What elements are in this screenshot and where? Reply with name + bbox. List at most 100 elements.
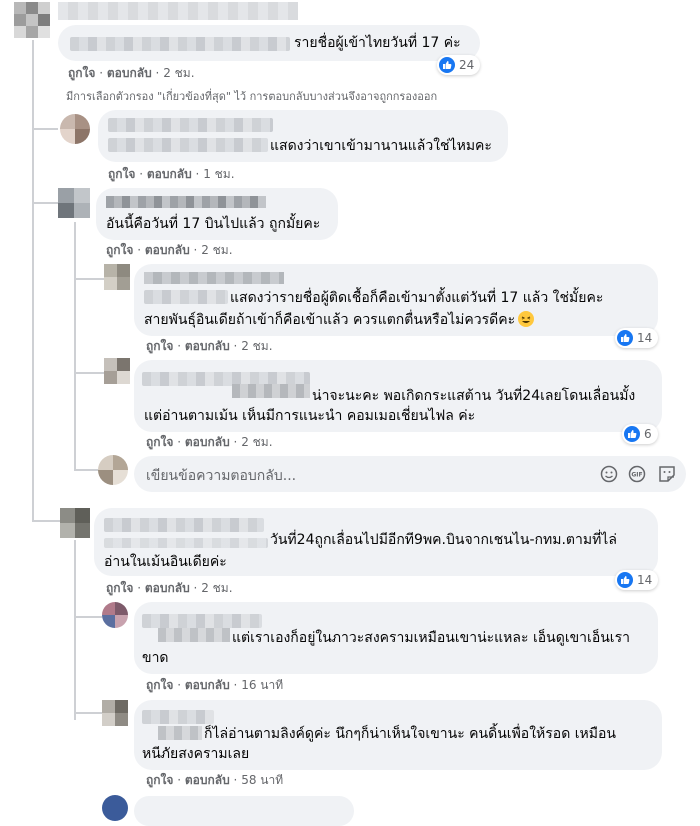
comment-text-line2: อ่านในเม้นอินเดียค่ะ — [104, 554, 227, 570]
redacted-name — [104, 538, 268, 548]
comment-actions: ถูกใจ · ตอบกลับ · 2 ชม. — [68, 66, 195, 80]
thread-connector — [32, 202, 58, 204]
comment-text-line2: สายพันธุ์อินเดียถ้าเข้าก็คือเข้าแล้ว ควร… — [144, 310, 535, 330]
redacted-name — [58, 2, 298, 20]
reaction-count[interactable]: 24 — [437, 55, 481, 75]
filter-note: มีการเลือกตัวกรอง "เกี่ยวข้องที่สุด" ไว้… — [66, 90, 438, 103]
reaction-number: 24 — [459, 58, 475, 72]
reply-link[interactable]: ตอบกลับ — [145, 581, 190, 595]
redacted-name — [158, 628, 230, 642]
avatar[interactable] — [104, 264, 130, 290]
thread-connector — [32, 128, 58, 130]
redacted-name — [232, 384, 310, 398]
timestamp[interactable]: 2 ชม. — [201, 243, 232, 257]
thread-line — [74, 222, 76, 470]
redacted-name — [108, 118, 273, 132]
timestamp[interactable]: 2 ชม. — [201, 581, 232, 595]
redacted-name — [106, 196, 266, 208]
comment-bubble: วันที่24ถูกเลื่อนไปมีอีกที9พค.บินจากเชนไ… — [94, 508, 658, 576]
comment-text: แสดงว่าเขาเข้ามานานแล้วใช่ไหมคะ — [270, 138, 492, 154]
avatar[interactable] — [58, 188, 90, 218]
reaction-count[interactable]: 6 — [622, 424, 658, 444]
comment-text-line1: วันที่24ถูกเลื่อนไปมีอีกที9พค.บินจากเชนไ… — [270, 532, 617, 548]
avatar[interactable] — [102, 602, 128, 628]
thread-line — [32, 40, 34, 520]
redacted-name — [70, 37, 290, 51]
timestamp[interactable]: 2 ชม. — [241, 339, 272, 353]
comment-actions: ถูกใจ · ตอบกลับ · 2 ชม. — [146, 435, 273, 449]
redacted-name — [158, 726, 202, 740]
comment-bubble: รายชื่อผู้เข้าไทยวันที่ 17 ค่ะ — [58, 25, 480, 61]
thread-connector — [74, 278, 104, 280]
reply-input[interactable]: เขียนข้อความตอบกลับ... GIF — [134, 456, 686, 492]
like-link[interactable]: ถูกใจ — [146, 339, 173, 353]
avatar[interactable] — [14, 2, 50, 38]
comment-text: รายชื่อผู้เข้าไทยวันที่ 17 ค่ะ — [294, 35, 461, 51]
like-icon — [617, 572, 633, 588]
redacted-name — [104, 518, 264, 532]
reply-link[interactable]: ตอบกลับ — [147, 167, 192, 181]
comment-actions: ถูกใจ · ตอบกลับ · 2 ชม. — [106, 243, 233, 257]
reaction-number: 14 — [637, 331, 653, 345]
reaction-number: 14 — [637, 573, 653, 587]
avatar[interactable] — [102, 795, 128, 821]
gif-icon[interactable]: GIF — [628, 465, 646, 483]
like-icon — [624, 426, 640, 442]
like-link[interactable]: ถูกใจ — [68, 66, 95, 80]
redacted-name — [144, 272, 284, 284]
comment-text-line2: ขาด — [142, 650, 169, 666]
thread-line — [74, 540, 76, 720]
timestamp[interactable]: 16 นาที — [241, 678, 283, 692]
like-link[interactable]: ถูกใจ — [106, 243, 133, 257]
comment-text-line1: แต่เราเองก็อยู่ในภาวะสงครามเหมือนเขาน่ะแ… — [232, 630, 630, 646]
timestamp[interactable]: 1 ชม. — [203, 167, 234, 181]
timestamp[interactable]: 2 ชม. — [241, 435, 272, 449]
reaction-count[interactable]: 14 — [615, 328, 659, 348]
timestamp[interactable]: 2 ชม. — [163, 66, 194, 80]
comment-actions: ถูกใจ · ตอบกลับ · 1 ชม. — [108, 167, 235, 181]
redacted-name — [144, 290, 228, 304]
comment-text-line2-text: สายพันธุ์อินเดียถ้าเข้าก็คือเข้าแล้ว ควร… — [144, 312, 516, 328]
avatar[interactable] — [60, 508, 90, 538]
timestamp[interactable]: 58 นาที — [241, 773, 283, 787]
avatar[interactable] — [98, 455, 128, 485]
like-link[interactable]: ถูกใจ — [108, 167, 135, 181]
comment-text-line1: น่าจะนะคะ พอเกิดกระแสต้าน วันที่24เลยโดน… — [312, 388, 636, 404]
thread-connector — [32, 520, 60, 522]
comment-bubble: อันนี้คือวันที่ 17 บินไปแล้ว ถูกมั้ยคะ — [96, 188, 338, 240]
comment-actions: ถูกใจ · ตอบกลับ · 16 นาที — [146, 678, 284, 692]
thread-connector — [74, 469, 100, 471]
reply-link[interactable]: ตอบกลับ — [145, 243, 190, 257]
reply-link[interactable]: ตอบกลับ — [185, 339, 230, 353]
reaction-number: 6 — [644, 427, 652, 441]
like-link[interactable]: ถูกใจ — [146, 678, 173, 692]
sticker-icon[interactable] — [658, 465, 676, 483]
reaction-count[interactable]: 14 — [615, 570, 659, 590]
like-icon — [439, 57, 455, 73]
emoji-icon[interactable] — [600, 465, 618, 483]
comment-text: อันนี้คือวันที่ 17 บินไปแล้ว ถูกมั้ยคะ — [106, 216, 321, 232]
avatar[interactable] — [104, 358, 130, 384]
like-link[interactable]: ถูกใจ — [106, 581, 133, 595]
like-icon — [617, 330, 633, 346]
reply-link[interactable]: ตอบกลับ — [185, 678, 230, 692]
like-link[interactable]: ถูกใจ — [146, 435, 173, 449]
thread-connector — [74, 372, 104, 374]
comment-text-line2: แต่อ่านตามเม้น เห็นมีการแนะนำ คอมเมอเชี่… — [144, 408, 476, 424]
thread-connector — [74, 616, 102, 618]
comment-bubble: ก็ไล่อ่านตามลิงค์ดูค่ะ นึกๆก็น่าเห็นใจเข… — [134, 700, 662, 770]
redacted-name — [142, 710, 214, 724]
avatar[interactable] — [102, 700, 128, 726]
comment-text-line1: ก็ไล่อ่านตามลิงค์ดูค่ะ นึกๆก็น่าเห็นใจเข… — [204, 726, 616, 742]
comment-bubble: แสดงว่าเขาเข้ามานานแล้วใช่ไหมคะ — [98, 110, 508, 162]
reply-link[interactable]: ตอบกลับ — [185, 773, 230, 787]
comment-text-line2: หนีภัยสงครามเลย — [142, 746, 250, 762]
reply-link[interactable]: ตอบกลับ — [107, 66, 152, 80]
reply-link[interactable]: ตอบกลับ — [185, 435, 230, 449]
like-link[interactable]: ถูกใจ — [146, 773, 173, 787]
svg-text:GIF: GIF — [631, 472, 642, 479]
comment-bubble: น่าจะนะคะ พอเกิดกระแสต้าน วันที่24เลยโดน… — [134, 360, 662, 432]
avatar[interactable] — [60, 114, 90, 144]
comment-text-line1: แสดงว่ารายชื่อผู้ติดเชื้อก็คือเข้ามาตั้ง… — [230, 290, 604, 306]
reply-placeholder: เขียนข้อความตอบกลับ... — [146, 468, 297, 484]
